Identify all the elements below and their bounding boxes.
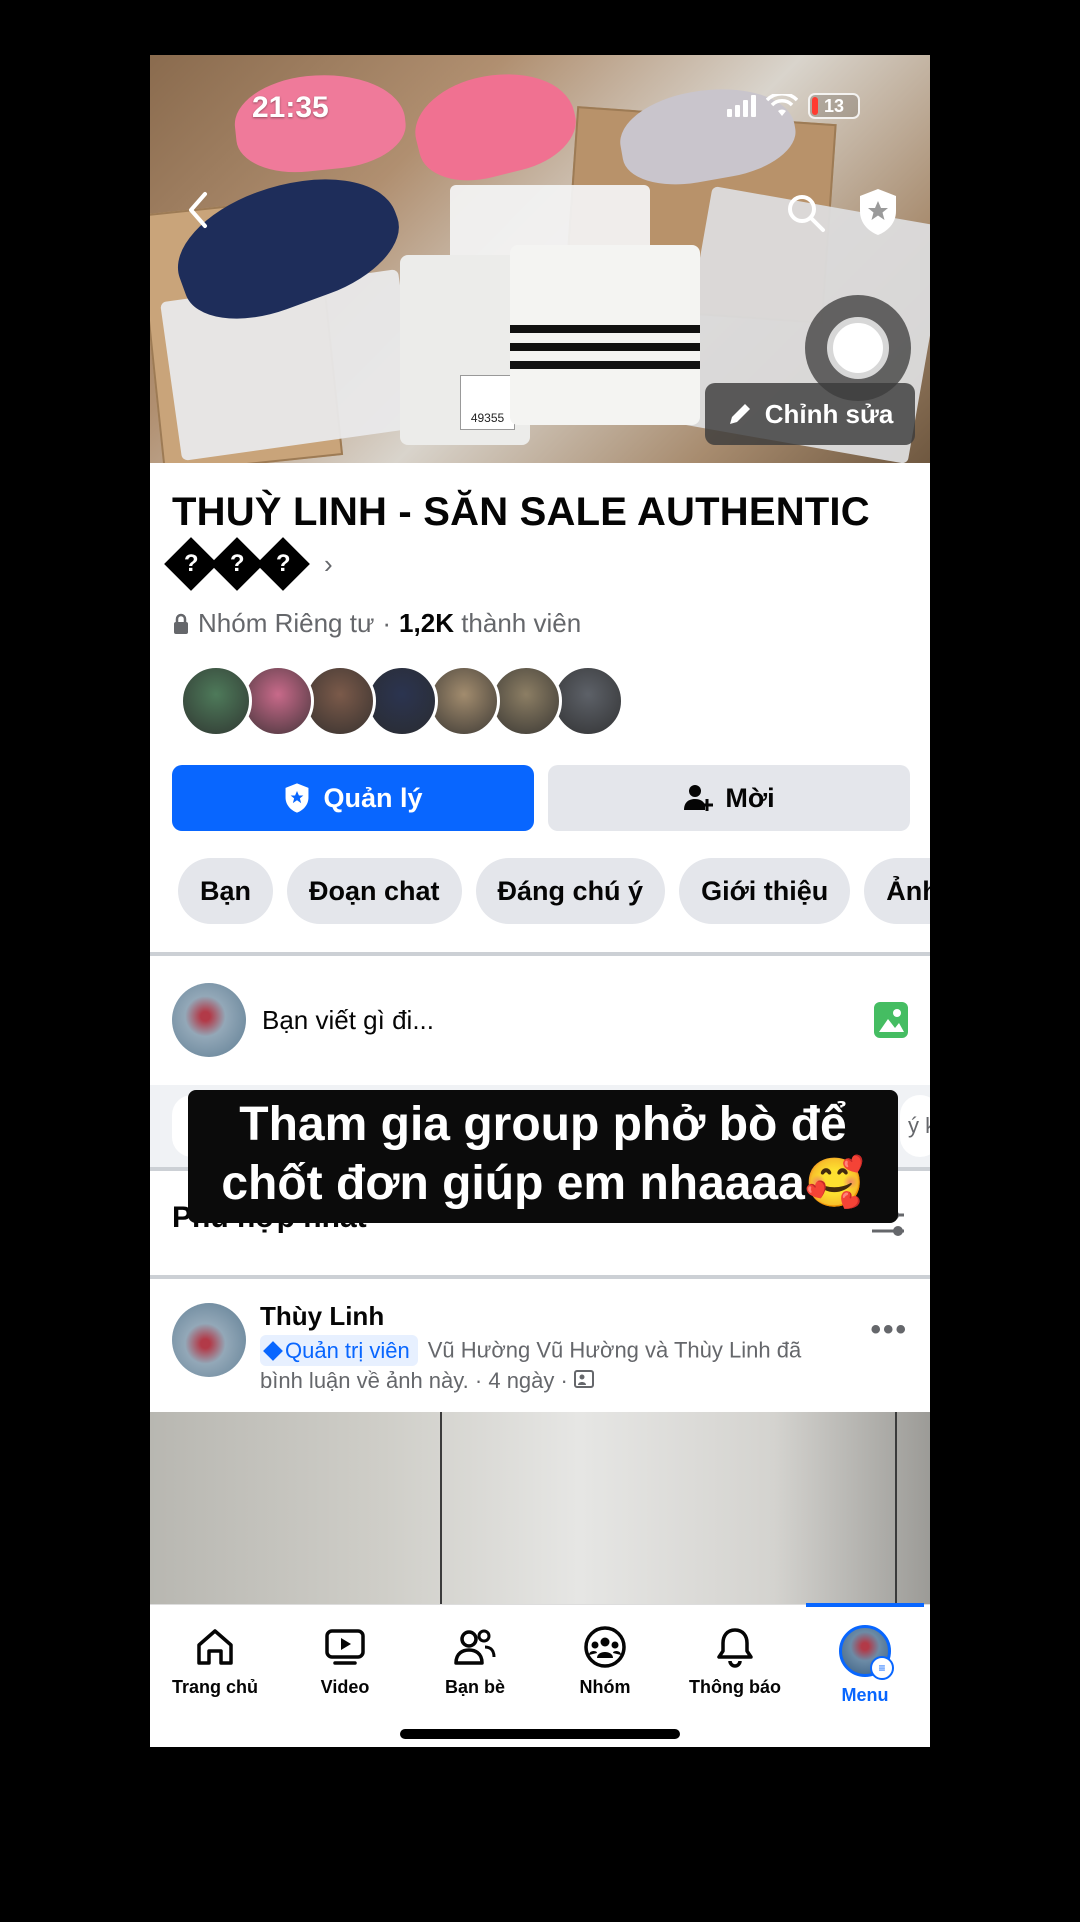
nav-menu[interactable]: ≡ Menu — [800, 1603, 930, 1747]
bell-icon — [717, 1628, 753, 1668]
divider — [150, 1275, 930, 1279]
tab-featured[interactable]: Đáng chú ý — [475, 858, 666, 924]
divider — [150, 952, 930, 956]
nav-video[interactable]: Video — [280, 1605, 410, 1747]
price-tag: 49355 — [460, 375, 515, 430]
battery-icon: 13 — [808, 93, 860, 119]
member-count-wrap[interactable]: 1,2K thành viên — [399, 608, 581, 639]
group-cover-photo[interactable]: 49355 21:35 13 Chỉnh sửa — [150, 55, 930, 463]
battery-level: 13 — [823, 95, 845, 116]
tab-friends[interactable]: Bạn — [178, 858, 274, 924]
menu-avatar: ≡ — [839, 1625, 894, 1680]
post-time[interactable]: 4 ngày — [488, 1368, 554, 1393]
tab-chats[interactable]: Đoạn chat — [287, 858, 462, 924]
signal-icon — [727, 95, 756, 117]
post-subtitle: Quản trị viên Vũ Hường Vũ Hường và Thùy L… — [260, 1335, 820, 1395]
group-privacy: Nhóm Riêng tư — [198, 608, 375, 638]
pencil-icon — [729, 404, 750, 424]
member-avatar[interactable] — [428, 665, 500, 737]
caption-line-1: Tham gia group phở bò để — [239, 1098, 847, 1151]
invite-label: Mời — [725, 782, 775, 813]
shield-star-icon — [286, 783, 309, 813]
search-icon — [788, 195, 825, 232]
member-avatars[interactable] — [180, 665, 624, 737]
status-time: 21:35 — [252, 91, 329, 124]
video-icon — [325, 1629, 365, 1665]
nav-label: Trang chủ — [171, 1677, 258, 1697]
meta-separator: · — [382, 608, 392, 638]
caption-line-2: chốt đơn giúp em nhaaaa🥰 — [221, 1156, 865, 1210]
audience-members-icon — [573, 1370, 594, 1389]
meta-dot: · — [474, 1368, 483, 1394]
invite-button[interactable]: Mời — [548, 765, 910, 831]
nav-label: Video — [320, 1677, 370, 1697]
member-suffix: thành viên — [461, 608, 582, 638]
lock-icon — [174, 613, 188, 634]
wifi-icon — [766, 94, 798, 116]
group-tabs: Bạn Đoạn chat Đáng chú ý Giới thiệu Ảnh — [178, 858, 930, 924]
tab-photos[interactable]: Ảnh — [864, 858, 930, 924]
home-indicator — [400, 1729, 680, 1739]
member-avatar[interactable] — [304, 665, 376, 737]
photo-icon[interactable] — [874, 1002, 908, 1038]
manage-label: Quản lý — [323, 782, 423, 813]
overlay-caption: Tham gia group phở bò để chốt đơn giúp e… — [188, 1090, 898, 1224]
pink-sneaker — [405, 57, 585, 193]
friends-icon — [454, 1629, 496, 1665]
add-person-icon — [684, 785, 714, 811]
status-indicators: 13 — [727, 93, 860, 119]
post-author[interactable]: Thùy Linh — [260, 1301, 384, 1332]
group-meta: Nhóm Riêng tư · 1,2K thành viên — [172, 608, 581, 639]
phone-screen: 49355 21:35 13 Chỉnh sửa THUỲ LINH - SĂN — [150, 55, 930, 1747]
more-options-icon[interactable]: ••• — [870, 1313, 908, 1347]
avatar — [172, 983, 246, 1057]
nav-notifications[interactable]: Thông báo — [670, 1605, 800, 1747]
member-avatar[interactable] — [180, 665, 252, 737]
chevron-right-icon[interactable]: › — [324, 549, 333, 580]
member-avatar[interactable] — [552, 665, 624, 737]
group-name[interactable]: THUỲ LINH - SĂN SALE AUTHENTIC — [172, 490, 912, 535]
groups-icon — [584, 1626, 626, 1668]
post-header: Thùy Linh Quản trị viên Vũ Hường Vũ Hường… — [150, 1283, 930, 1413]
chevron-left-icon — [189, 192, 207, 228]
meta-dot: · — [560, 1368, 568, 1394]
nav-friends[interactable]: Bạn bè — [410, 1605, 540, 1747]
home-icon — [197, 1629, 233, 1665]
menu-lines-icon: ≡ — [870, 1656, 894, 1680]
chip[interactable]: ý k — [900, 1095, 930, 1157]
tab-about[interactable]: Giới thiệu — [679, 858, 851, 924]
nav-label: Nhóm — [579, 1677, 631, 1697]
shield-star-icon — [860, 189, 896, 235]
member-avatar[interactable] — [242, 665, 314, 737]
admin-badge[interactable]: Quản trị viên — [260, 1335, 418, 1367]
edit-cover-label: Chỉnh sửa — [764, 398, 894, 429]
nav-label: Bạn bè — [444, 1677, 505, 1697]
search-button[interactable] — [778, 185, 834, 241]
nav-label: Menu — [841, 1685, 889, 1705]
composer-input[interactable]: Bạn viết gì đi... — [262, 1005, 874, 1036]
member-avatar[interactable] — [490, 665, 562, 737]
avatar[interactable] — [172, 1303, 246, 1377]
admin-diamond-icon — [263, 1340, 283, 1361]
back-button[interactable] — [178, 185, 218, 235]
replacement-glyph: ? — [256, 537, 310, 591]
post-composer[interactable]: Bạn viết gì đi... — [150, 960, 930, 1080]
member-count: 1,2K — [399, 608, 454, 638]
manage-button[interactable]: Quản lý — [172, 765, 534, 831]
edit-cover-button[interactable]: Chỉnh sửa — [705, 383, 915, 445]
nav-home[interactable]: Trang chủ — [150, 1605, 280, 1747]
bottom-navigation: Trang chủ Video Bạn bè Nhóm Thông báo ≡ … — [150, 1603, 930, 1747]
group-name-emoji: ? ? ? › — [164, 537, 333, 591]
member-avatar[interactable] — [366, 665, 438, 737]
admin-tools-button[interactable] — [850, 183, 906, 241]
nav-groups[interactable]: Nhóm — [540, 1605, 670, 1747]
adidas-tshirt — [510, 245, 700, 425]
nav-label: Thông báo — [689, 1677, 781, 1697]
